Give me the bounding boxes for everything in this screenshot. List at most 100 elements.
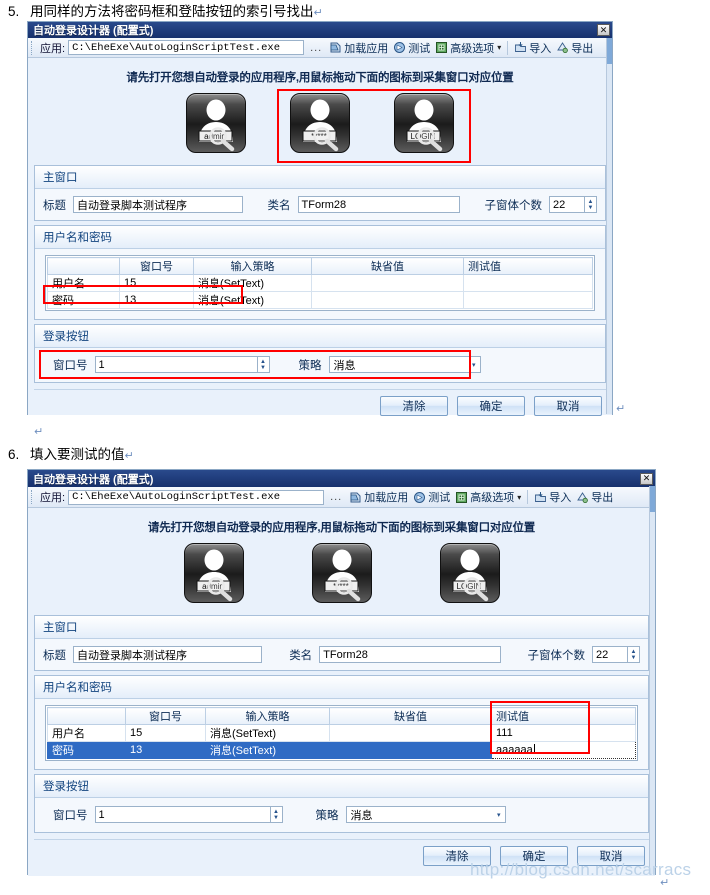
browse-button-2[interactable]: ... bbox=[327, 491, 345, 503]
credentials-group-title: 用户名和密码 bbox=[35, 226, 605, 249]
toolbar-item-import-2[interactable]: 导入 bbox=[533, 489, 572, 505]
cell-name: 密码 bbox=[47, 741, 126, 759]
childcount-spin-buttons-1[interactable]: ▲ ▼ bbox=[585, 196, 597, 213]
chevron-down-icon[interactable]: ▾ bbox=[472, 361, 476, 369]
cell-test[interactable]: 111 bbox=[491, 724, 636, 742]
login-handle-label-2: 窗口号 bbox=[53, 809, 88, 822]
cancel-button[interactable]: 取消 bbox=[577, 846, 645, 866]
username-drag-icon[interactable]: admin bbox=[186, 93, 246, 153]
credentials-grid-wrap-1: 窗口号 输入策略 缺省值 测试值 用户名 15 消息(SetText) 密码 1… bbox=[45, 255, 595, 311]
password-drag-icon[interactable]: ***** bbox=[311, 543, 372, 603]
childcount-input-1[interactable]: 22 bbox=[549, 196, 585, 213]
main-window-group-title: 主窗口 bbox=[35, 616, 648, 639]
scrollbar-thumb[interactable] bbox=[650, 486, 655, 512]
toolbar-item-test-2[interactable]: 测试 bbox=[412, 489, 451, 505]
col-strategy: 输入策略 bbox=[193, 257, 312, 275]
window-title-2: 自动登录设计器 (配置式) bbox=[33, 473, 154, 486]
childcount-input-2[interactable]: 22 bbox=[592, 646, 628, 663]
stray-pilcrow-3: ↵ bbox=[660, 877, 670, 889]
chevron-down-icon[interactable]: ▾ bbox=[517, 493, 521, 502]
toolbar-item-label: 高级选项 bbox=[470, 492, 515, 504]
childcount-stepper-1[interactable]: 22 ▲ ▼ bbox=[549, 196, 597, 213]
caption-input-1[interactable]: 自动登录脚本测试程序 bbox=[73, 196, 243, 213]
ok-button[interactable]: 确定 bbox=[500, 846, 568, 866]
chevron-down-icon[interactable]: ▾ bbox=[497, 811, 501, 819]
classname-input-2[interactable]: TForm28 bbox=[319, 646, 501, 663]
login-strategy-value-1: 消息 bbox=[333, 359, 356, 372]
toolbar-separator bbox=[527, 490, 529, 504]
close-icon[interactable]: ✕ bbox=[597, 24, 610, 36]
scrollbar-thumb[interactable] bbox=[607, 38, 612, 64]
toolbar-item-import-1[interactable]: 导入 bbox=[513, 40, 552, 56]
cell-strategy: 消息(SetText) bbox=[205, 724, 330, 742]
vertical-scrollbar-2[interactable] bbox=[649, 486, 655, 874]
table-row[interactable]: 用户名 15 消息(SetText) bbox=[47, 274, 593, 292]
cell-handle: 13 bbox=[119, 291, 194, 309]
pilcrow-1: ↵ bbox=[313, 7, 323, 19]
cell-name: 密码 bbox=[47, 291, 120, 309]
login-button-group-2: 登录按钮 窗口号 1 ▲ ▼ 策略 消息 ▾ bbox=[34, 774, 649, 833]
titlebar-1: 自动登录设计器 (配置式) ✕ bbox=[28, 22, 612, 38]
table-row[interactable]: 密码 13 消息(SetText) bbox=[47, 291, 593, 309]
classname-input-1[interactable]: TForm28 bbox=[297, 196, 460, 213]
login-handle-spin-buttons-1[interactable]: ▲ ▼ bbox=[257, 356, 270, 373]
drag-icon-strip-1: admin ***** LOGIN bbox=[34, 89, 606, 163]
cell-test[interactable] bbox=[463, 274, 593, 292]
credentials-group-1: 用户名和密码 窗口号 输入策略 缺省值 测试值 用户名 15 消息(SetTex… bbox=[34, 225, 606, 320]
page-root: 5. 用同样的方法将密码框和登陆按钮的索引号找出↵ 自动登录设计器 (配置式) ✕… bbox=[0, 0, 710, 895]
childcount-stepper-2[interactable]: 22 ▲ ▼ bbox=[592, 646, 640, 663]
app-path-input-1[interactable]: C:\EheExe\AutoLoginScriptTest.exe bbox=[68, 40, 305, 55]
cell-test[interactable] bbox=[463, 291, 593, 309]
col-testvalue: 测试值 bbox=[463, 257, 593, 275]
col-name bbox=[47, 257, 120, 275]
cell-strategy: 消息(SetText) bbox=[205, 741, 330, 759]
toolbar-item-advanced-1[interactable]: 高级选项 ▾ bbox=[434, 40, 502, 56]
col-testvalue: 测试值 bbox=[491, 707, 636, 725]
login-button-group-1: 登录按钮 窗口号 1 ▲ ▼ 策略 消息 ▾ bbox=[34, 324, 606, 383]
window-title-1: 自动登录设计器 (配置式) bbox=[33, 25, 154, 37]
cell-default bbox=[311, 274, 464, 292]
table-row[interactable]: 用户名 15 消息(SetText) 111 bbox=[47, 724, 636, 742]
app-window-1: 自动登录设计器 (配置式) ✕ 应用: C:\EheExe\AutoLoginS… bbox=[27, 21, 613, 416]
childcount-spin-buttons-2[interactable]: ▲ ▼ bbox=[628, 646, 640, 663]
login-handle-spin-buttons-2[interactable]: ▲ ▼ bbox=[270, 806, 283, 823]
login-drag-icon[interactable]: LOGIN bbox=[439, 543, 500, 603]
clear-button[interactable]: 清除 bbox=[380, 396, 448, 416]
app-path-input-2[interactable]: C:\EheExe\AutoLoginScriptTest.exe bbox=[68, 489, 325, 505]
table-row-selected[interactable]: 密码 13 消息(SetText) aaaaaa bbox=[47, 741, 636, 759]
password-drag-icon[interactable]: ***** bbox=[290, 93, 350, 153]
login-handle-stepper-2[interactable]: 1 ▲ ▼ bbox=[94, 806, 283, 823]
cell-test-editing[interactable]: aaaaaa bbox=[491, 741, 636, 759]
toolbar-item-test-1[interactable]: 测试 bbox=[392, 40, 431, 56]
toolbar-item-load-app-2[interactable]: 加载应用 bbox=[348, 489, 409, 505]
classname-label-1: 类名 bbox=[267, 199, 291, 212]
toolbar-item-advanced-2[interactable]: 高级选项 ▾ bbox=[454, 489, 522, 505]
close-icon[interactable]: ✕ bbox=[640, 472, 653, 485]
login-handle-input-1[interactable]: 1 bbox=[94, 356, 258, 373]
toolbar-2: 应用: C:\EheExe\AutoLoginScriptTest.exe ..… bbox=[28, 487, 655, 508]
ok-button[interactable]: 确定 bbox=[457, 396, 525, 416]
toolbar-item-export-2[interactable]: 导出 bbox=[575, 489, 614, 505]
toolbar-item-export-1[interactable]: 导出 bbox=[555, 40, 594, 56]
caption-input-2[interactable]: 自动登录脚本测试程序 bbox=[73, 646, 263, 663]
toolbar-1: 应用: C:\EheExe\AutoLoginScriptTest.exe ..… bbox=[28, 38, 612, 58]
login-handle-input-2[interactable]: 1 bbox=[94, 806, 271, 823]
stray-pilcrow-1: ↵ bbox=[616, 403, 626, 415]
credentials-table-1: 窗口号 输入策略 缺省值 测试值 用户名 15 消息(SetText) 密码 1… bbox=[47, 257, 593, 309]
login-handle-stepper-1[interactable]: 1 ▲ ▼ bbox=[94, 356, 270, 373]
export-icon bbox=[576, 491, 589, 504]
clear-button[interactable]: 清除 bbox=[423, 846, 491, 866]
col-strategy: 输入策略 bbox=[205, 707, 330, 725]
vertical-scrollbar-1[interactable] bbox=[606, 38, 612, 414]
login-strategy-select-2[interactable]: 消息 ▾ bbox=[345, 806, 506, 823]
chevron-down-icon[interactable]: ▾ bbox=[497, 43, 501, 52]
browse-button-1[interactable]: ... bbox=[307, 42, 325, 54]
cancel-button[interactable]: 取消 bbox=[534, 396, 602, 416]
toolbar-item-load-app-1[interactable]: 加载应用 bbox=[328, 40, 389, 56]
login-drag-icon[interactable]: LOGIN bbox=[394, 93, 454, 153]
app-path-label-1: 应用: bbox=[40, 42, 66, 55]
toolbar-grip bbox=[31, 490, 35, 504]
advanced-options-icon bbox=[435, 41, 448, 54]
login-strategy-select-1[interactable]: 消息 ▾ bbox=[328, 356, 481, 373]
username-drag-icon[interactable]: admin bbox=[183, 543, 244, 603]
